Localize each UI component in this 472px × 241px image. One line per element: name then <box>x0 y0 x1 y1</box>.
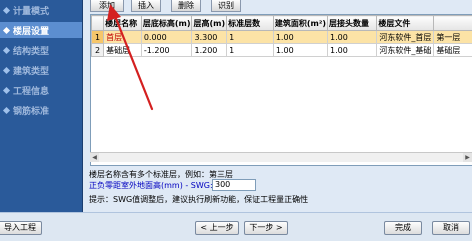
table-cell[interactable]: 河东软件_首层 <box>377 31 434 44</box>
floor-table[interactable]: 楼层名称 层底标高(m) 层高(m) 标准层数 建筑面积(m²) 层接头数量 楼… <box>90 14 472 166</box>
column-header[interactable]: 层接头数量 <box>328 16 377 31</box>
sidebar-item-structure-type[interactable]: 结构类型 <box>0 42 82 58</box>
column-header[interactable] <box>434 16 472 31</box>
finish-button[interactable]: 完成 <box>384 221 422 235</box>
column-header[interactable]: 楼层名称 <box>104 16 142 31</box>
recognize-button[interactable]: 识别 <box>211 0 241 12</box>
insert-button[interactable]: 插入 <box>131 0 161 12</box>
table-cell[interactable]: 1.200 <box>192 44 227 57</box>
table-cell[interactable]: 1.00 <box>328 44 377 57</box>
table-header-row: 楼层名称 层底标高(m) 层高(m) 标准层数 建筑面积(m²) 层接头数量 楼… <box>92 16 472 31</box>
delete-button[interactable]: 删除 <box>171 0 201 12</box>
table-cell[interactable]: 首层 <box>104 31 142 44</box>
table-cell[interactable]: 3.300 <box>192 31 227 44</box>
sidebar: 计量模式 楼层设置 结构类型 建筑类型 工程信息 钢筋标准 <box>0 0 83 212</box>
horizontal-scrollbar[interactable]: ◀ ▶ <box>90 152 472 162</box>
bullet-icon <box>3 26 10 33</box>
import-project-button[interactable]: 导入工程 <box>0 221 42 235</box>
column-header[interactable]: 建筑面积(m²) <box>273 16 327 31</box>
bullet-icon <box>3 46 10 53</box>
sidebar-item-label: 结构类型 <box>13 44 49 57</box>
table-cell[interactable]: 0.000 <box>141 31 192 44</box>
outdoor-height-label: 正负零距室外地面高(mm) - SWG: <box>89 180 213 191</box>
table-cell[interactable]: 第一层 <box>434 31 472 44</box>
sidebar-item-building-type[interactable]: 建筑类型 <box>0 62 82 78</box>
bullet-icon <box>3 86 10 93</box>
tip-text: 提示：SWG值调整后，建议执行刷新功能，保证工程量正确性 <box>89 194 308 205</box>
floor-settings-panel: 添加 插入 删除 识别 楼层名称 层底标高(m) 层高(m) 标准层数 建筑面积… <box>83 0 472 212</box>
sidebar-item-label: 楼层设置 <box>13 24 49 37</box>
bullet-icon <box>3 66 10 73</box>
table-cell[interactable]: 基础层 <box>104 44 142 57</box>
cancel-button[interactable]: 取消 <box>432 221 470 235</box>
sidebar-item-label: 计量模式 <box>13 4 49 17</box>
table-row[interactable]: 2 基础层 -1.200 1.200 1 1.00 1.00 河东软件_基础 基… <box>92 44 472 57</box>
column-header[interactable]: 楼层文件 <box>377 16 434 31</box>
table-row[interactable]: 1 首层 0.000 3.300 1 1.00 1.00 河东软件_首层 第一层 <box>92 31 472 44</box>
bullet-icon <box>3 6 10 13</box>
table-cell[interactable]: 基础层 <box>434 44 472 57</box>
table-cell[interactable]: 河东软件_基础 <box>377 44 434 57</box>
row-number-header <box>92 16 104 31</box>
sidebar-item-rebar-standard[interactable]: 钢筋标准 <box>0 102 82 118</box>
prev-step-button[interactable]: < 上一步 <box>195 221 239 235</box>
sidebar-item-project-info[interactable]: 工程信息 <box>0 82 82 98</box>
table-cell[interactable]: 1.00 <box>273 44 327 57</box>
sidebar-item-label: 钢筋标准 <box>13 104 49 117</box>
column-header[interactable]: 层高(m) <box>192 16 227 31</box>
scroll-left-icon[interactable]: ◀ <box>90 153 99 162</box>
scroll-right-icon[interactable]: ▶ <box>463 153 472 162</box>
table-cell[interactable]: 1.00 <box>273 31 327 44</box>
sidebar-item-floor-settings[interactable]: 楼层设置 <box>0 22 82 38</box>
column-header[interactable]: 层底标高(m) <box>141 16 192 31</box>
add-button[interactable]: 添加 <box>90 0 124 12</box>
row-number: 2 <box>92 44 104 57</box>
outdoor-height-input[interactable]: 300 <box>212 179 256 191</box>
table-cell[interactable]: 1 <box>227 44 274 57</box>
table-cell[interactable]: 1.00 <box>328 31 377 44</box>
table-cell[interactable]: -1.200 <box>141 44 192 57</box>
sidebar-item-measure-mode[interactable]: 计量模式 <box>0 2 82 18</box>
sidebar-item-label: 建筑类型 <box>13 64 49 77</box>
next-step-button[interactable]: 下一步 > <box>244 221 288 235</box>
table-cell[interactable]: 1 <box>227 31 274 44</box>
bullet-icon <box>3 106 10 113</box>
row-number: 1 <box>92 31 104 44</box>
column-header[interactable]: 标准层数 <box>227 16 274 31</box>
sidebar-item-label: 工程信息 <box>13 84 49 97</box>
bottom-bar: 导入工程 < 上一步 下一步 > 完成 取消 <box>0 212 472 241</box>
